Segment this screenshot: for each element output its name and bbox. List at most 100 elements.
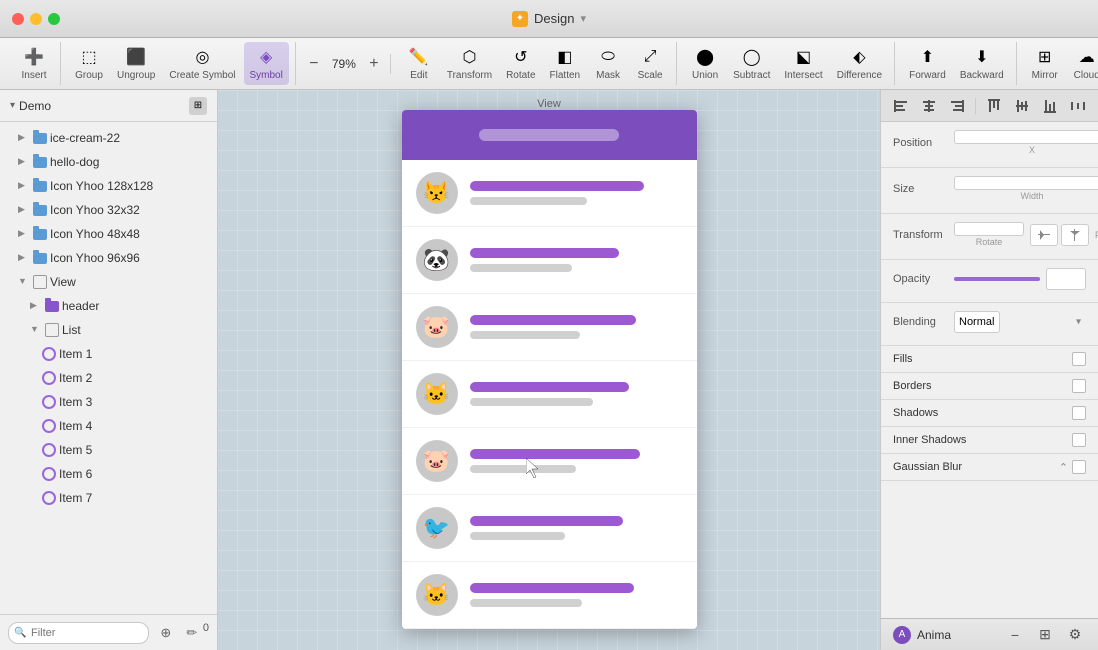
difference-button[interactable]: ⬖ Difference <box>831 42 888 85</box>
width-input[interactable] <box>954 176 1098 190</box>
folder-purple-icon <box>45 301 59 312</box>
edit-layer-button[interactable]: ✏ <box>181 622 203 644</box>
gaussian-blur-chevron[interactable]: ⌃ <box>1059 461 1068 474</box>
subtract-button[interactable]: ◯ Subtract <box>727 42 776 85</box>
layer-icon-48[interactable]: ▶ Icon Yhoo 48x48 <box>0 222 217 246</box>
backward-icon: ⬇ <box>971 46 993 68</box>
symbol-button[interactable]: ◈ Symbol <box>244 42 289 85</box>
gaussian-blur-row[interactable]: Gaussian Blur ⌃ <box>881 454 1098 481</box>
intersect-label: Intersect <box>784 70 822 81</box>
layer-chevron: ▼ <box>18 276 30 288</box>
layer-item-2[interactable]: Item 2 <box>0 366 217 390</box>
opacity-slider[interactable] <box>954 277 1040 281</box>
layer-item-1[interactable]: Item 1 <box>0 342 217 366</box>
scale-icon: ⤢ <box>639 46 661 68</box>
blending-select[interactable]: Normal <box>954 311 1000 333</box>
rotate-input[interactable] <box>954 222 1024 236</box>
layer-chevron: ▶ <box>18 204 30 216</box>
group-button[interactable]: ⬚ Group <box>69 42 109 85</box>
align-middle-button[interactable] <box>1010 95 1034 117</box>
forward-button[interactable]: ⬆ Forward <box>903 42 952 85</box>
layer-icon-128[interactable]: ▶ Icon Yhoo 128x128 <box>0 174 217 198</box>
align-right-button[interactable] <box>945 95 969 117</box>
layer-ice-cream[interactable]: ▶ ice-cream-22 <box>0 126 217 150</box>
union-button[interactable]: ⬤ Union <box>685 42 725 85</box>
mask-icon: ⬭ <box>597 46 619 68</box>
title-chevron[interactable]: ▾ <box>580 12 586 25</box>
symbol-icon <box>42 347 56 361</box>
mask-button[interactable]: ⬭ Mask <box>588 42 628 85</box>
layer-item-7[interactable]: Item 7 <box>0 486 217 510</box>
shadows-row[interactable]: Shadows <box>881 400 1098 427</box>
layer-item-5[interactable]: Item 5 <box>0 438 217 462</box>
position-label: Position <box>893 137 948 149</box>
layer-header[interactable]: ▶ header <box>0 294 217 318</box>
layer-name: Icon Yhoo 128x128 <box>50 179 153 193</box>
flatten-button[interactable]: ◧ Flatten <box>544 42 587 85</box>
position-section: Position X Y <box>881 122 1098 168</box>
fills-toggle[interactable] <box>1072 352 1086 366</box>
layer-icon-96[interactable]: ▶ Icon Yhoo 96x96 <box>0 246 217 270</box>
opacity-input[interactable] <box>1046 268 1086 290</box>
create-symbol-button[interactable]: ◎ Create Symbol <box>163 42 241 85</box>
backward-button[interactable]: ⬇ Backward <box>954 42 1010 85</box>
flip-horizontal-button[interactable] <box>1030 224 1058 246</box>
search-input[interactable] <box>8 622 149 644</box>
inner-shadows-label: Inner Shadows <box>893 434 966 446</box>
plugin-icon: A <box>893 626 911 644</box>
fills-row[interactable]: Fills <box>881 346 1098 373</box>
layer-name: Icon Yhoo 32x32 <box>50 203 140 217</box>
layer-view[interactable]: ▼ View <box>0 270 217 294</box>
canvas-area[interactable]: View 😾 🐼 <box>218 90 880 650</box>
layer-hello-dog[interactable]: ▶ hello-dog <box>0 150 217 174</box>
align-center-h-button[interactable] <box>917 95 941 117</box>
minimize-button[interactable] <box>30 13 42 25</box>
align-top-button[interactable] <box>982 95 1006 117</box>
close-button[interactable] <box>12 13 24 25</box>
insert-button[interactable]: ➕ Insert <box>14 42 54 85</box>
layer-name: Icon Yhoo 96x96 <box>50 251 140 265</box>
gaussian-blur-toggle[interactable] <box>1072 460 1086 474</box>
flatten-label: Flatten <box>550 70 581 81</box>
cloud-button[interactable]: ☁ Cloud <box>1067 42 1098 85</box>
zoom-in-button[interactable]: + <box>364 54 384 74</box>
sidebar-collapse-arrow[interactable]: ▾ <box>10 100 15 111</box>
shadows-toggle[interactable] <box>1072 406 1086 420</box>
flip-vertical-button[interactable] <box>1061 224 1089 246</box>
panel-spacer <box>881 481 1098 618</box>
layer-item-4[interactable]: Item 4 <box>0 414 217 438</box>
right-panel: Position X Y Size <box>880 90 1098 650</box>
panel-toggle-button[interactable]: ⊞ <box>1034 624 1056 646</box>
add-layer-button[interactable]: ⊕ <box>155 622 177 644</box>
edit-button[interactable]: ✏️ Edit <box>399 42 439 85</box>
align-left-button[interactable] <box>889 95 913 117</box>
layer-item-6[interactable]: Item 6 <box>0 462 217 486</box>
borders-row[interactable]: Borders <box>881 373 1098 400</box>
distribute-h-button[interactable] <box>1066 95 1090 117</box>
size-section: Size Width 🔒 Height <box>881 168 1098 214</box>
align-bottom-button[interactable] <box>1038 95 1062 117</box>
scale-button[interactable]: ⤢ Scale <box>630 42 670 85</box>
settings-button[interactable]: ⚙ <box>1064 624 1086 646</box>
transform-button[interactable]: ⬡ Transform <box>441 42 498 85</box>
zoom-value: 79% <box>326 57 362 71</box>
inner-shadows-row[interactable]: Inner Shadows <box>881 427 1098 454</box>
size-inputs: Width 🔒 Height <box>954 176 1098 201</box>
borders-toggle[interactable] <box>1072 379 1086 393</box>
ungroup-label: Ungroup <box>117 70 155 81</box>
minimize-bottom-button[interactable]: − <box>1004 624 1026 646</box>
layer-icon-32[interactable]: ▶ Icon Yhoo 32x32 <box>0 198 217 222</box>
rotate-button[interactable]: ↺ Rotate <box>500 42 541 85</box>
sidebar-expand-button[interactable]: ⊞ <box>189 97 207 115</box>
zoom-out-button[interactable]: − <box>304 54 324 74</box>
fills-label: Fills <box>893 353 913 365</box>
layer-item-3[interactable]: Item 3 <box>0 390 217 414</box>
layer-list[interactable]: ▼ List <box>0 318 217 342</box>
ungroup-button[interactable]: ⬛ Ungroup <box>111 42 161 85</box>
mirror-button[interactable]: ⊞ Mirror <box>1025 42 1065 85</box>
fullscreen-button[interactable] <box>48 13 60 25</box>
intersect-button[interactable]: ⬕ Intersect <box>778 42 828 85</box>
x-input[interactable] <box>954 130 1098 144</box>
inner-shadows-toggle[interactable] <box>1072 433 1086 447</box>
avatar: 😾 <box>416 172 458 214</box>
